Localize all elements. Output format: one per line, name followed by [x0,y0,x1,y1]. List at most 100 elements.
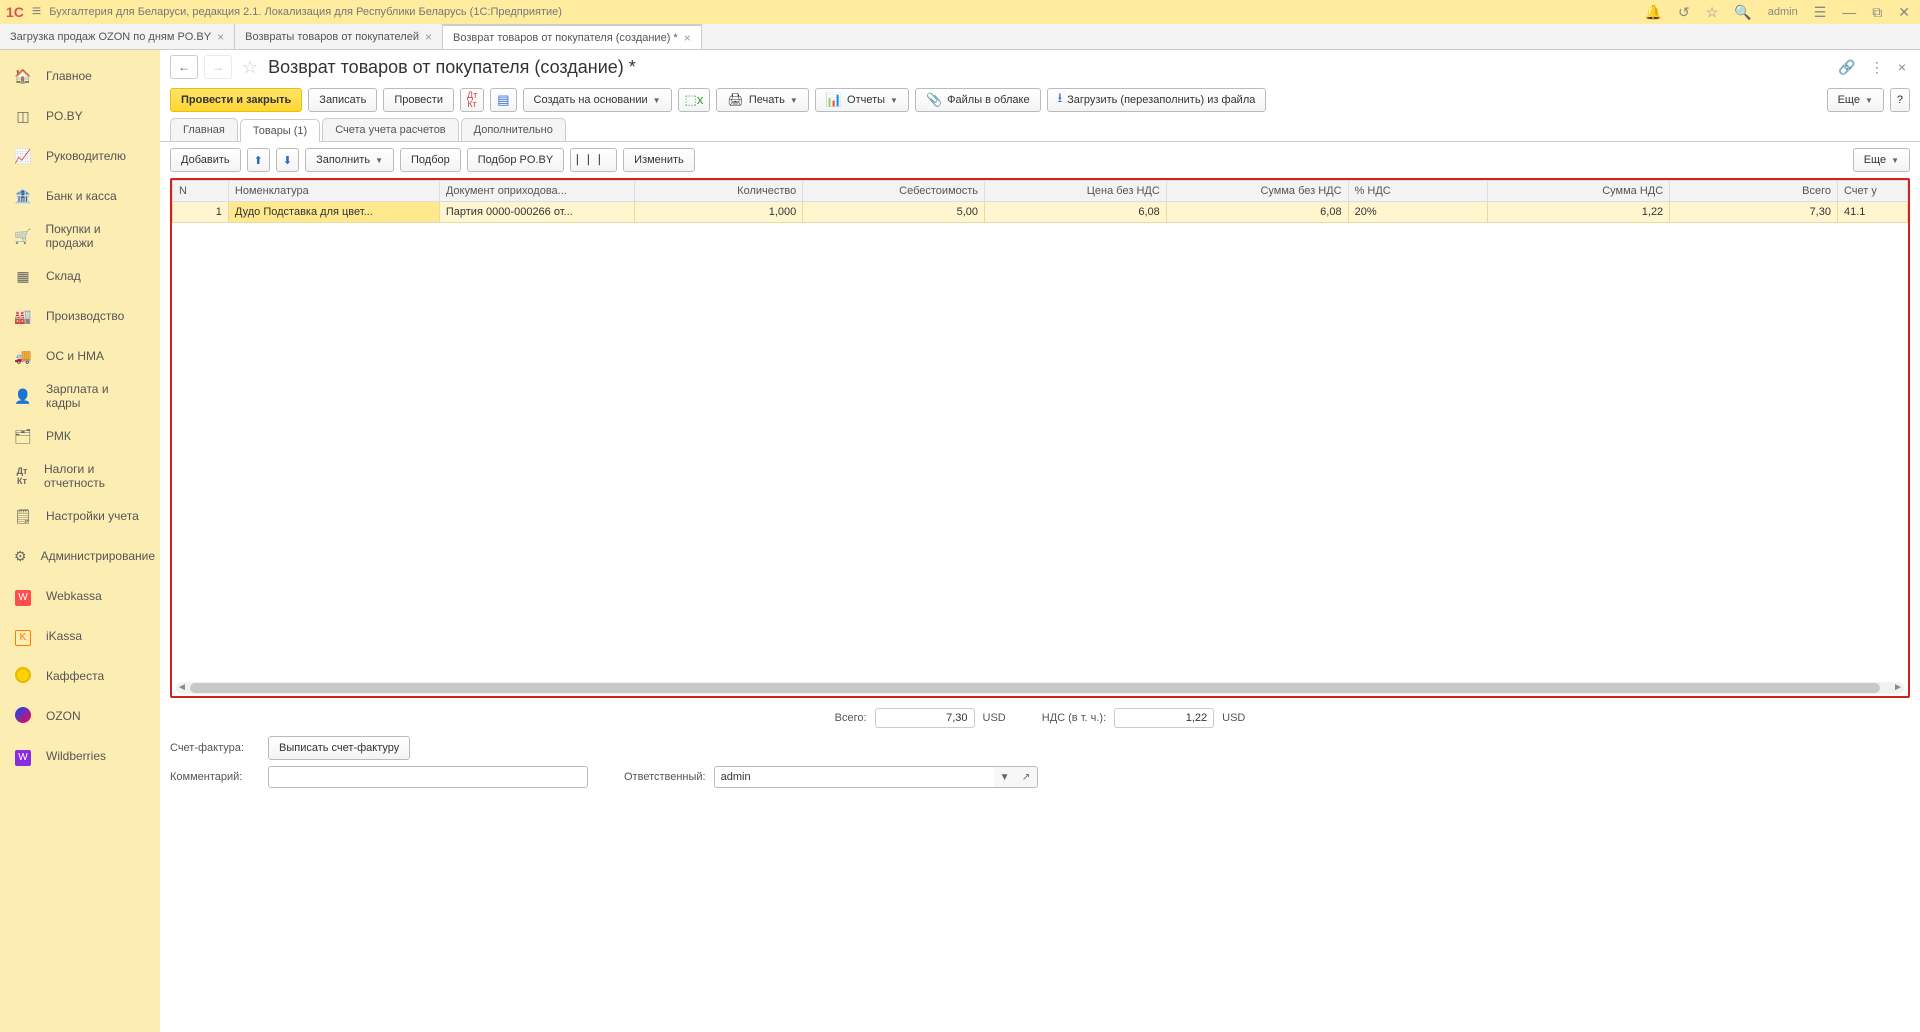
create-invoice-button[interactable]: Выписать счет-фактуру [268,736,410,760]
sidebar-item-acc-settings[interactable]: 🗒Настройки учета [0,496,160,536]
col-sum[interactable]: Сумма без НДС [1166,181,1348,202]
sidebar-item-hr[interactable]: 👤Зарплата и кадры [0,376,160,416]
col-price[interactable]: Цена без НДС [985,181,1167,202]
comment-input[interactable] [268,766,588,788]
cell-total[interactable]: 7,30 [1670,202,1838,223]
table-toolbar: Добавить ⬆ ⬇ Заполнить ▼ Подбор Подбор P… [160,142,1920,178]
close-icon[interactable]: × [217,30,224,44]
sidebar-item-webkassa[interactable]: WWebkassa [0,576,160,616]
cell-quantity[interactable]: 1,000 [635,202,803,223]
nav-back-button[interactable]: ← [170,55,198,79]
sidebar-item-sales[interactable]: 🛒Покупки и продажи [0,216,160,256]
doc-tab-1[interactable]: Возвраты товаров от покупателей × [235,24,443,49]
sidebar-item-production[interactable]: 🏭Производство [0,296,160,336]
reports-button[interactable]: 📊Отчеты ▼ [815,88,909,112]
cell-account[interactable]: 41.1 [1837,202,1907,223]
minimize-icon[interactable]: — [1838,4,1860,20]
table-row[interactable]: 1 Дудо Подставка для цвет... Партия 0000… [173,202,1908,223]
horizontal-scrollbar[interactable]: ◄ ► [176,682,1904,694]
favorite-star-icon[interactable]: ☆ [242,57,258,78]
close-doc-icon[interactable]: × [1894,59,1910,75]
fill-button[interactable]: Заполнить ▼ [305,148,394,172]
dtkt-button[interactable]: ДтКт [460,88,484,112]
cell-vat-sum[interactable]: 1,22 [1488,202,1670,223]
barcode-button[interactable]: ⎸⎸⎸ [570,148,617,172]
col-n[interactable]: N [173,181,229,202]
dropdown-icon[interactable]: ▼ [994,766,1016,788]
sidebar-item-ozon[interactable]: OZON [0,696,160,736]
user-label[interactable]: admin [1764,6,1802,18]
post-button[interactable]: Провести [383,88,454,112]
col-quantity[interactable]: Количество [635,181,803,202]
close-icon[interactable]: × [425,30,432,44]
responsible-select[interactable]: admin ▼ ↗ [714,766,1038,788]
cell-nomenclature[interactable]: Дудо Подставка для цвет... [228,202,439,223]
col-total[interactable]: Всего [1670,181,1838,202]
cell-n[interactable]: 1 [173,202,229,223]
sidebar-item-assets[interactable]: 🚚ОС и НМА [0,336,160,376]
structure-button[interactable]: ▤ [490,88,516,112]
scroll-left-icon[interactable]: ◄ [176,682,188,694]
scroll-thumb[interactable] [190,683,1880,693]
sidebar-item-bank[interactable]: 🏦Банк и касса [0,176,160,216]
sidebar-item-manager[interactable]: 📈Руководителю [0,136,160,176]
doc-tab-2[interactable]: Возврат товаров от покупателя (создание)… [443,24,702,49]
sidebar-item-ikassa[interactable]: KiKassa [0,616,160,656]
reload-from-file-button[interactable]: ⭳Загрузить (перезаполнить) из файла [1047,88,1267,112]
tab-extra[interactable]: Дополнительно [461,118,566,141]
print-button[interactable]: 🖨Печать ▼ [716,88,808,112]
sidebar-item-wildberries[interactable]: WWildberries [0,736,160,776]
cell-document[interactable]: Партия 0000-000266 от... [439,202,635,223]
add-row-button[interactable]: Добавить [170,148,241,172]
save-button[interactable]: Записать [308,88,377,112]
create-based-button[interactable]: Создать на основании ▼ [523,88,672,112]
help-button[interactable]: ? [1890,88,1910,112]
cloud-files-button[interactable]: 📎Файлы в облаке [915,88,1041,112]
sidebar-item-warehouse[interactable]: ▦Склад [0,256,160,296]
cell-sum[interactable]: 6,08 [1166,202,1348,223]
post-and-close-button[interactable]: Провести и закрыть [170,88,302,112]
cell-cost[interactable]: 5,00 [803,202,985,223]
maximize-icon[interactable]: ⧉ [1868,4,1886,21]
cell-price[interactable]: 6,08 [985,202,1167,223]
responsible-value[interactable]: admin [714,766,994,788]
sidebar-item-admin[interactable]: ⚙Администрирование [0,536,160,576]
doc-tab-0[interactable]: Загрузка продаж OZON по дням PO.BY × [0,24,235,49]
tab-goods[interactable]: Товары (1) [240,119,320,142]
open-ref-icon[interactable]: ↗ [1016,766,1038,788]
more-menu-icon[interactable]: ⋮ [1866,59,1888,76]
close-icon[interactable]: × [684,31,691,45]
nav-forward-button[interactable]: → [204,55,232,79]
tab-accounts[interactable]: Счета учета расчетов [322,118,458,141]
history-icon[interactable]: ↺ [1674,4,1694,21]
close-window-icon[interactable]: ✕ [1894,4,1914,21]
link-icon[interactable]: 🔗 [1834,59,1859,76]
cell-vat-percent[interactable]: 20% [1348,202,1488,223]
col-vat-percent[interactable]: % НДС [1348,181,1488,202]
search-icon[interactable]: 🔍 [1730,4,1755,21]
col-account[interactable]: Счет у [1837,181,1907,202]
col-document[interactable]: Документ оприходова... [439,181,635,202]
scroll-right-icon[interactable]: ► [1892,682,1904,694]
sidebar-item-kaffesta[interactable]: Каффеста [0,656,160,696]
settings-icon[interactable]: ☰ [1810,4,1831,21]
sidebar-item-tax[interactable]: ДтКтНалоги и отчетность [0,456,160,496]
bell-icon[interactable]: 🔔 [1641,4,1666,21]
pick-button[interactable]: Подбор [400,148,461,172]
table-more-button[interactable]: Еще ▼ [1853,148,1910,172]
col-vat-sum[interactable]: Сумма НДС [1488,181,1670,202]
excel-button[interactable]: ⬚x [678,88,711,112]
star-icon[interactable]: ☆ [1702,4,1723,21]
sidebar-item-poby[interactable]: ◫PO.BY [0,96,160,136]
more-button[interactable]: Еще ▼ [1827,88,1884,112]
col-nomenclature[interactable]: Номенклатура [228,181,439,202]
hamburger-icon[interactable]: ≡ [32,3,41,21]
col-cost[interactable]: Себестоимость [803,181,985,202]
tab-main[interactable]: Главная [170,118,238,141]
move-up-button[interactable]: ⬆ [247,148,270,172]
sidebar-item-rmk[interactable]: 🗂РМК [0,416,160,456]
edit-row-button[interactable]: Изменить [623,148,695,172]
sidebar-item-main[interactable]: 🏠Главное [0,56,160,96]
move-down-button[interactable]: ⬇ [276,148,299,172]
pick-poby-button[interactable]: Подбор PO.BY [467,148,564,172]
